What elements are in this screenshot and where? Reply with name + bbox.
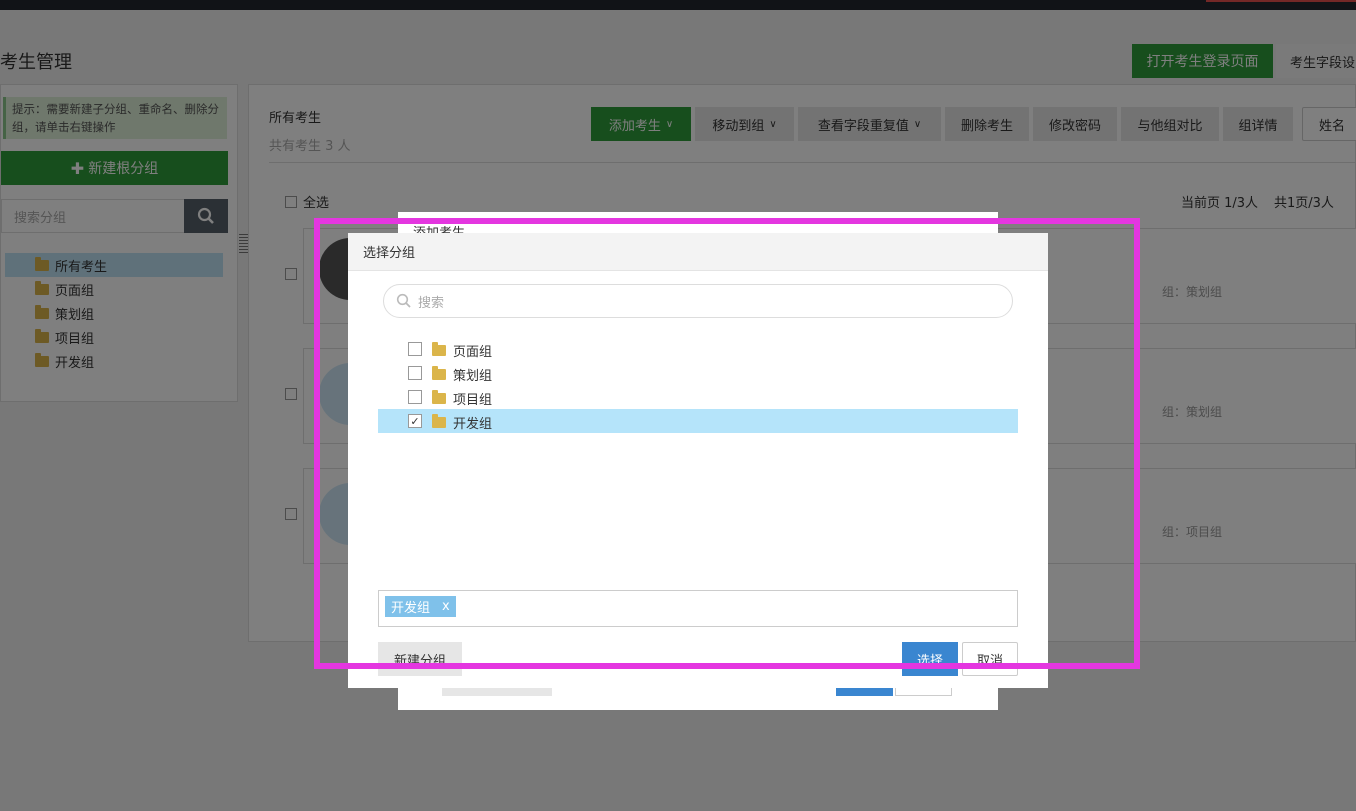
highlight-frame	[314, 218, 1140, 669]
